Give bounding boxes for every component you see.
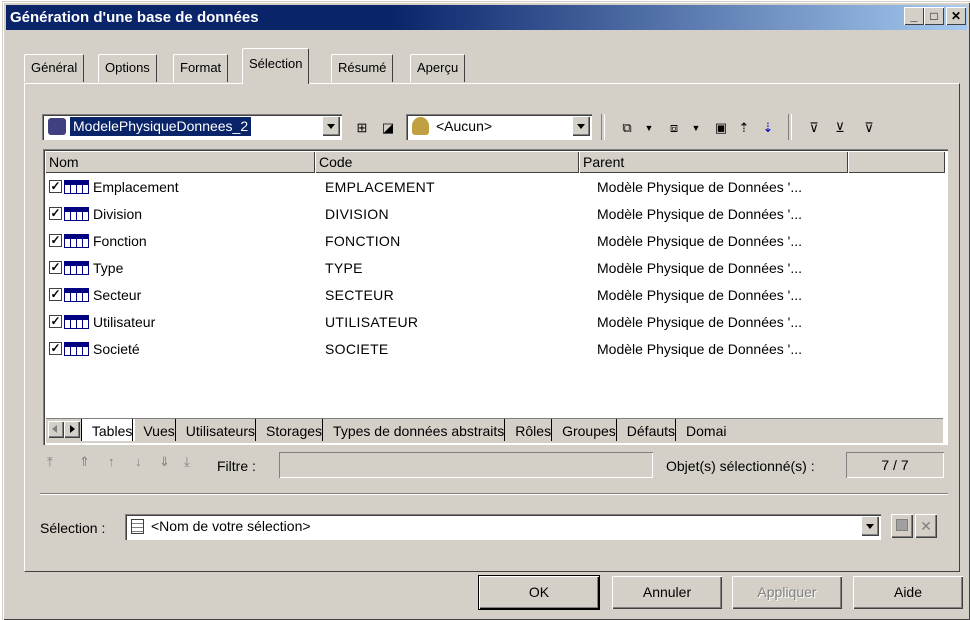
ok-button[interactable]: OK xyxy=(479,576,599,609)
selection-combo-dropdown[interactable] xyxy=(861,516,879,536)
title-bar[interactable]: Génération d'une base de données xyxy=(6,5,967,30)
subtab-vues[interactable]: Vues xyxy=(132,419,177,441)
scroll-left-button[interactable] xyxy=(48,421,64,438)
move-down-small-icon: ↓ xyxy=(135,454,142,469)
table-icon xyxy=(64,288,89,302)
table-icon xyxy=(64,342,89,356)
column-header-code[interactable]: Code xyxy=(315,151,579,173)
save-selection-button[interactable] xyxy=(891,514,913,538)
divider xyxy=(40,493,948,495)
delete-icon: ✕ xyxy=(920,518,932,534)
tab-options[interactable]: Options xyxy=(98,54,157,82)
table-icon xyxy=(64,180,89,194)
table-row[interactable]: ✓ Utilisateur UTILISATEUR Modèle Physiqu… xyxy=(45,309,925,336)
deselect-all-dropdown-icon[interactable]: ▼ xyxy=(686,118,706,138)
filter-input xyxy=(279,452,653,478)
owner-combo[interactable]: <Aucun> xyxy=(406,114,592,140)
subtab-defauts[interactable]: Défauts xyxy=(615,419,678,441)
column-header-parent[interactable]: Parent xyxy=(579,151,848,173)
table-row[interactable]: ✓ Type TYPE Modèle Physique de Données '… xyxy=(45,255,925,282)
move-down-icon[interactable]: ⇣ xyxy=(758,118,778,138)
move-page-up-icon: ⇑ xyxy=(79,454,90,469)
subtab-domaines[interactable]: Domai xyxy=(675,419,729,441)
subtab-utilisateurs[interactable]: Utilisateurs xyxy=(174,419,258,441)
column-header-empty xyxy=(848,151,945,173)
row-checkbox[interactable]: ✓ xyxy=(49,261,62,274)
list-icon xyxy=(131,519,144,534)
filter-apply-icon[interactable]: ⊽ xyxy=(859,118,879,138)
row-checkbox[interactable]: ✓ xyxy=(49,288,62,301)
tab-selection[interactable]: Sélection xyxy=(242,48,310,84)
subtab-storages[interactable]: Storages xyxy=(255,419,325,441)
object-list[interactable]: Nom Code Parent ✓ Emplacement EMPLACEMEN… xyxy=(43,149,948,445)
subtab-groupes[interactable]: Groupes xyxy=(551,419,619,441)
user-icon xyxy=(412,117,429,135)
table-row[interactable]: ✓ Division DIVISION Modèle Physique de D… xyxy=(45,201,925,228)
tab-general[interactable]: Général xyxy=(24,54,85,82)
filter-label: Filtre : xyxy=(217,458,256,474)
row-checkbox[interactable]: ✓ xyxy=(49,180,62,193)
save-icon xyxy=(896,519,908,531)
model-combo-dropdown[interactable] xyxy=(322,116,340,136)
table-row[interactable]: ✓ Secteur SECTEUR Modèle Physique de Don… xyxy=(45,282,925,309)
move-page-down-icon: ⇓ xyxy=(159,454,170,469)
move-bottom-icon: ⤓ xyxy=(184,454,190,469)
scroll-right-button[interactable] xyxy=(64,421,80,438)
close-button[interactable]: ✕ xyxy=(946,7,966,25)
row-checkbox[interactable]: ✓ xyxy=(49,315,62,328)
row-checkbox[interactable]: ✓ xyxy=(49,342,62,355)
help-button[interactable]: Aide xyxy=(853,576,963,609)
row-checkbox[interactable]: ✓ xyxy=(49,234,62,247)
table-row[interactable]: ✓ Emplacement EMPLACEMENT Modèle Physiqu… xyxy=(45,174,925,201)
restore-icon[interactable]: ◪ xyxy=(378,118,398,138)
column-header-nom[interactable]: Nom xyxy=(45,151,315,173)
deselect-all-icon[interactable]: ⧈ xyxy=(664,118,684,138)
hierarchy-icon[interactable]: ⊞ xyxy=(352,118,372,138)
row-checkbox[interactable]: ✓ xyxy=(49,207,62,220)
object-type-tabs: Tables Vues Utilisateurs Storages Types de d… xyxy=(46,418,943,443)
model-combo[interactable]: ModelePhysiqueDonnees_2 xyxy=(42,114,342,140)
select-icon[interactable]: ▣ xyxy=(711,118,731,138)
toolbar-separator xyxy=(601,114,605,140)
cancel-button[interactable]: Annuler xyxy=(612,576,722,609)
subtab-roles[interactable]: Rôles xyxy=(504,419,554,441)
toolbar-separator-2 xyxy=(788,114,792,140)
selection-combo[interactable]: <Nom de votre sélection> xyxy=(125,514,881,540)
table-icon xyxy=(64,315,89,329)
dialog-window: Génération d'une base de données _ □ ✕ G… xyxy=(2,1,970,620)
filter-clear-icon[interactable]: ⊻ xyxy=(830,118,850,138)
move-up-icon[interactable]: ⇡ xyxy=(734,118,754,138)
tab-apercu[interactable]: Aperçu xyxy=(410,54,466,82)
table-row[interactable]: ✓ Fonction FONCTION Modèle Physique de D… xyxy=(45,228,925,255)
apply-button[interactable]: Appliquer xyxy=(732,576,842,609)
table-icon xyxy=(64,234,89,248)
selection-label: Sélection : xyxy=(40,520,106,536)
model-icon xyxy=(48,118,66,135)
tab-resume[interactable]: Résumé xyxy=(331,54,394,82)
subtab-tables[interactable]: Tables xyxy=(80,419,136,441)
minimize-button[interactable]: _ xyxy=(904,7,924,25)
delete-selection-button[interactable]: ✕ xyxy=(915,514,937,538)
select-all-dropdown-icon[interactable]: ▼ xyxy=(639,118,659,138)
table-icon xyxy=(64,207,89,221)
owner-combo-dropdown[interactable] xyxy=(572,116,590,136)
window-title: Génération d'une base de données xyxy=(10,9,259,26)
subtab-types-abstraits[interactable]: Types de données abstraits xyxy=(322,419,507,441)
table-row[interactable]: ✓ Societé SOCIETE Modèle Physique de Don… xyxy=(45,336,925,363)
table-icon xyxy=(64,261,89,275)
maximize-button[interactable]: □ xyxy=(924,7,944,25)
selected-count-field: 7 / 7 xyxy=(846,452,944,478)
move-up-small-icon: ↑ xyxy=(108,454,115,469)
selected-count-label: Objet(s) sélectionné(s) : xyxy=(666,458,815,474)
move-top-icon: ⤒ xyxy=(47,454,53,469)
select-all-icon[interactable]: ⧉ xyxy=(617,118,637,138)
tab-format[interactable]: Format xyxy=(173,54,229,82)
filter-icon[interactable]: ⊽ xyxy=(804,118,824,138)
